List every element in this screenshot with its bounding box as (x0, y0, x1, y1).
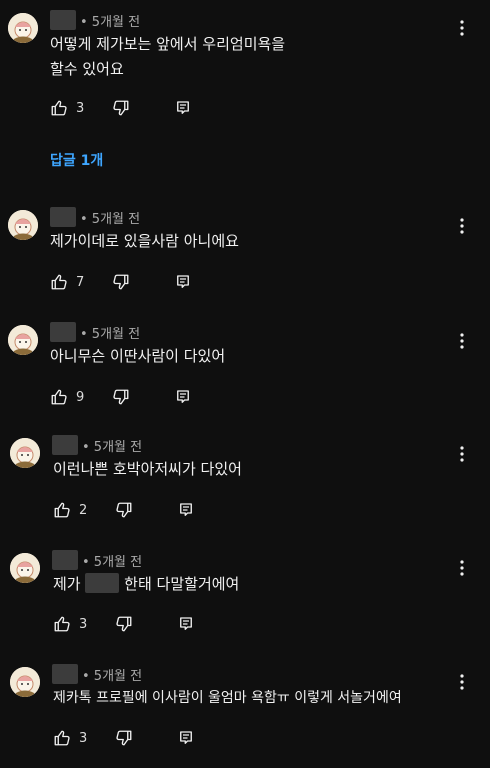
blurred-username (50, 322, 76, 342)
thumbs-down-icon (113, 389, 129, 405)
reply-button[interactable] (174, 273, 192, 291)
comment-time: • 5개월 전 (80, 14, 141, 30)
like-button[interactable] (50, 273, 68, 291)
more-vert-icon (460, 218, 464, 234)
more-vert-icon (460, 20, 464, 36)
reply-icon (177, 101, 189, 114)
more-options-button[interactable] (454, 331, 470, 351)
reply-icon (177, 275, 189, 288)
like-button[interactable] (53, 501, 71, 519)
thumbs-down-icon (116, 616, 132, 632)
reply-button[interactable] (174, 99, 192, 117)
view-replies-link[interactable]: 답글 1개 (50, 150, 103, 170)
comment-text-line: 이런나쁜 호박아저씨가 다있어 (53, 460, 242, 478)
reply-button[interactable] (177, 615, 195, 633)
thumbs-up-icon (54, 502, 70, 518)
comment-time: • 5개월 전 (80, 211, 141, 227)
comment-time: • 5개월 전 (82, 554, 143, 570)
like-button[interactable] (50, 388, 68, 406)
blurred-username (50, 10, 76, 30)
avatar-illustration-icon (8, 210, 38, 240)
avatar[interactable] (8, 325, 38, 355)
more-vert-icon (460, 446, 464, 462)
comment-text-part: 한태 다말할거에여 (124, 575, 240, 593)
more-options-button[interactable] (454, 444, 470, 464)
more-options-button[interactable] (454, 216, 470, 236)
blurred-username (50, 207, 76, 227)
comment-time: • 5개월 전 (82, 668, 143, 684)
avatar-illustration-icon (8, 13, 38, 43)
like-button[interactable] (50, 99, 68, 117)
thumbs-down-icon (116, 730, 132, 746)
avatar-illustration-icon (10, 553, 40, 583)
thumbs-up-icon (51, 274, 67, 290)
more-vert-icon (460, 333, 464, 349)
more-options-button[interactable] (454, 558, 470, 578)
avatar[interactable] (8, 210, 38, 240)
dislike-button[interactable] (112, 273, 130, 291)
reply-icon (180, 617, 192, 630)
thumbs-up-icon (51, 100, 67, 116)
reply-icon (177, 390, 189, 403)
more-options-button[interactable] (454, 18, 470, 38)
dislike-button[interactable] (112, 99, 130, 117)
more-options-button[interactable] (454, 672, 470, 692)
reply-icon (180, 503, 192, 516)
like-count: 7 (76, 274, 85, 290)
avatar[interactable] (10, 553, 40, 583)
avatar-illustration-icon (10, 667, 40, 697)
comment-time: • 5개월 전 (82, 439, 143, 455)
like-count: 3 (76, 100, 85, 116)
blurred-username (52, 664, 78, 684)
thumbs-down-icon (113, 274, 129, 290)
like-button[interactable] (53, 729, 71, 747)
blurred-username (52, 550, 78, 570)
comment-text-line: 제가이데로 있을사람 아니에요 (50, 232, 239, 250)
avatar[interactable] (8, 13, 38, 43)
like-count: 2 (79, 502, 88, 518)
dislike-button[interactable] (112, 388, 130, 406)
reply-icon (180, 731, 192, 744)
like-count: 9 (76, 389, 85, 405)
dislike-button[interactable] (115, 501, 133, 519)
blurred-username (52, 435, 78, 455)
comment-text-line: 할수 있어요 (50, 60, 124, 78)
comment-text-line: 제가 한태 다말할거에여 (53, 572, 239, 597)
like-count: 3 (79, 730, 88, 746)
reply-button[interactable] (174, 388, 192, 406)
reply-button[interactable] (177, 729, 195, 747)
reply-button[interactable] (177, 501, 195, 519)
thumbs-up-icon (51, 389, 67, 405)
avatar[interactable] (10, 438, 40, 468)
comment-text-part: 제가 (53, 575, 81, 593)
comment-text-line: 제카톡 프로필에 이사람이 울엄마 욕함ㅠ 이렇게 서놀거에여 (53, 690, 402, 706)
like-button[interactable] (53, 615, 71, 633)
avatar[interactable] (10, 667, 40, 697)
thumbs-up-icon (54, 616, 70, 632)
thumbs-down-icon (113, 100, 129, 116)
like-count: 3 (79, 616, 88, 632)
blurred-name-inline (85, 573, 120, 593)
thumbs-up-icon (54, 730, 70, 746)
dislike-button[interactable] (115, 615, 133, 633)
avatar-illustration-icon (10, 438, 40, 468)
comment-text-line: 어떻게 제가보는 앞에서 우리엄미욕을 (50, 35, 286, 53)
comment-text-line: 아니무슨 이딴사람이 다있어 (50, 347, 226, 365)
dislike-button[interactable] (115, 729, 133, 747)
thumbs-down-icon (116, 502, 132, 518)
more-vert-icon (460, 560, 464, 576)
avatar-illustration-icon (8, 325, 38, 355)
more-vert-icon (460, 674, 464, 690)
comment-time: • 5개월 전 (80, 326, 141, 342)
